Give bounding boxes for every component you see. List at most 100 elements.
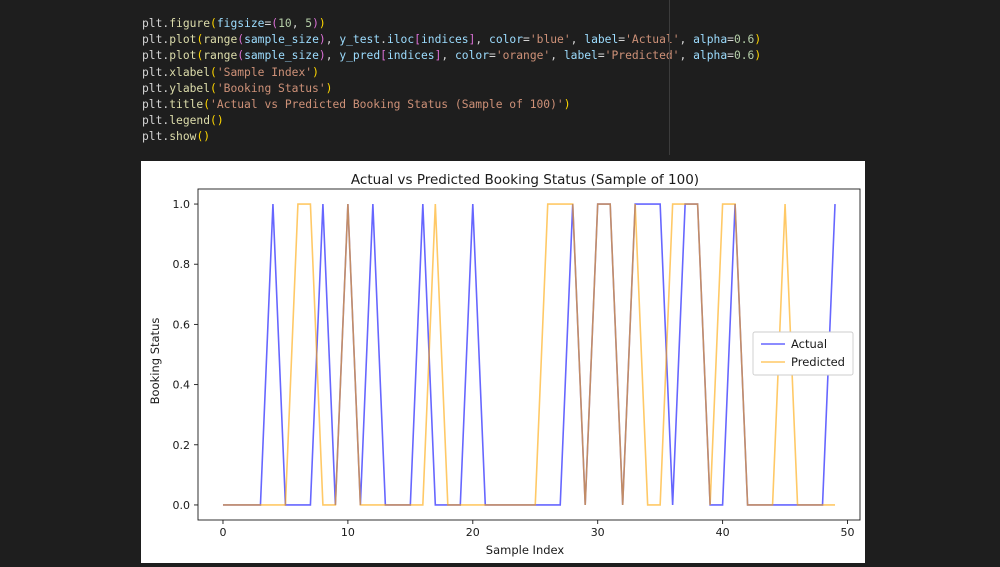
- code-token: plt: [142, 98, 163, 111]
- plot-output: Actual vs Predicted Booking Status (Samp…: [141, 161, 865, 563]
- code-token: plt: [142, 33, 163, 47]
- code-token: plot: [169, 49, 197, 63]
- code-token: ): [312, 65, 319, 79]
- code-token: alpha: [693, 49, 728, 63]
- y-tick-label: 0.6: [173, 318, 191, 331]
- code-token: 0.6: [733, 49, 755, 63]
- code-token: ,: [291, 17, 306, 30]
- code-token: xlabel: [169, 65, 211, 79]
- y-tick-label: 0.0: [173, 499, 191, 512]
- code-line[interactable]: plt.legend(): [142, 113, 224, 129]
- y-tick-label: 0.2: [173, 439, 191, 452]
- code-token: [: [380, 49, 387, 63]
- code-token: title: [169, 98, 204, 111]
- code-token: 'Actual': [625, 33, 680, 47]
- code-token: ): [318, 49, 326, 63]
- code-token: label: [563, 49, 598, 63]
- legend-label-predicted: Predicted: [791, 355, 845, 369]
- code-token: color: [489, 33, 524, 47]
- code-token: label: [584, 33, 619, 47]
- code-token: indices: [420, 33, 469, 47]
- cell-divider: [669, 0, 670, 155]
- code-token: .: [380, 33, 387, 47]
- code-token: plt: [142, 81, 163, 95]
- code-token: (): [210, 114, 224, 128]
- code-token: plt: [142, 49, 163, 63]
- code-token: =: [597, 49, 605, 63]
- code-token: plt: [142, 65, 163, 79]
- y-tick-label: 0.4: [173, 379, 191, 392]
- code-token: =: [727, 33, 734, 47]
- code-token: (: [210, 65, 217, 79]
- code-line[interactable]: plt.figure(figsize=(10, 5)): [142, 16, 326, 32]
- code-token: ): [318, 33, 326, 47]
- y-tick-label: 1.0: [173, 198, 191, 211]
- code-token: 'blue': [529, 33, 571, 47]
- x-axis-label: Sample Index: [486, 543, 565, 557]
- code-token: [: [414, 33, 421, 47]
- code-token: figure: [169, 17, 211, 30]
- code-token: y_test: [339, 33, 381, 47]
- code-token: ,: [550, 49, 564, 63]
- code-token: (): [196, 130, 211, 144]
- x-tick-label: 40: [716, 526, 730, 539]
- code-token: ): [312, 17, 319, 30]
- code-token: ): [318, 17, 326, 30]
- x-tick-label: 30: [591, 526, 605, 539]
- code-token: plot: [169, 33, 197, 47]
- code-token: legend: [169, 114, 211, 128]
- code-token: alpha: [693, 33, 728, 47]
- y-axis-label: Booking Status: [148, 318, 162, 405]
- code-token: range: [203, 33, 238, 47]
- code-line[interactable]: plt.title('Actual vs Predicted Booking S…: [142, 97, 571, 113]
- code-token: show: [169, 130, 197, 144]
- chart-title: Actual vs Predicted Booking Status (Samp…: [351, 172, 699, 188]
- code-token: ,: [325, 49, 340, 63]
- code-token: ): [754, 49, 762, 63]
- code-token: range: [203, 49, 238, 63]
- code-token: ,: [475, 33, 490, 47]
- x-tick-label: 50: [841, 526, 855, 539]
- code-line[interactable]: plt.show(): [142, 129, 210, 145]
- code-token: color: [454, 49, 489, 63]
- code-token: 10: [278, 17, 292, 30]
- code-token: =: [489, 49, 496, 63]
- code-token: (: [210, 17, 217, 30]
- code-token: sample_size: [244, 33, 319, 47]
- x-tick-label: 0: [219, 526, 226, 539]
- code-token: plt: [142, 130, 163, 144]
- code-token: 'Booking Status': [216, 81, 326, 95]
- series-line-predicted: [222, 203, 836, 506]
- code-token: 'orange': [495, 49, 551, 63]
- code-token: ,: [679, 49, 694, 63]
- code-token: iloc: [386, 33, 415, 47]
- code-token: ,: [679, 33, 694, 47]
- code-token: ): [325, 81, 333, 95]
- code-token: ): [563, 98, 571, 111]
- x-tick-label: 10: [341, 526, 355, 539]
- line-chart: Actual vs Predicted Booking Status (Samp…: [148, 172, 861, 557]
- code-line[interactable]: plt.ylabel('Booking Status'): [142, 81, 332, 97]
- series-line-actual: [222, 203, 836, 506]
- code-token: 'Sample Index': [216, 65, 313, 79]
- code-token: plt: [142, 114, 163, 128]
- legend-label-actual: Actual: [791, 337, 827, 351]
- code-token: (: [210, 81, 217, 95]
- code-token: ,: [570, 33, 585, 47]
- code-token: plt: [142, 17, 163, 30]
- code-token: y_pred: [339, 49, 381, 63]
- code-token: ): [754, 33, 762, 47]
- code-cell[interactable]: plt.figure(figsize=(10, 5)) plt.plot(rang…: [130, 8, 761, 156]
- code-line[interactable]: plt.xlabel('Sample Index'): [142, 65, 319, 81]
- code-token: ylabel: [169, 81, 211, 95]
- code-token: sample_size: [244, 49, 319, 63]
- code-token: 0.6: [733, 33, 755, 47]
- code-token: indices: [386, 49, 435, 63]
- code-token: 'Actual vs Predicted Booking Status (Sam…: [210, 98, 564, 111]
- legend: Actual Predicted: [752, 331, 854, 376]
- code-token: =: [523, 33, 530, 47]
- code-token: figsize: [216, 17, 265, 30]
- code-token: ,: [441, 49, 455, 63]
- code-token: ,: [325, 33, 340, 47]
- y-tick-label: 0.8: [173, 258, 191, 271]
